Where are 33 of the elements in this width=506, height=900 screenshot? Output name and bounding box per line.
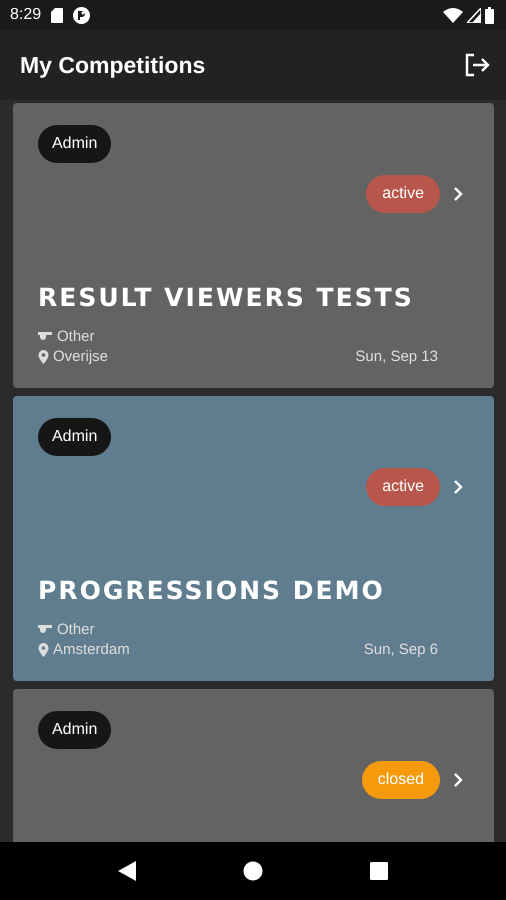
competition-title: RESULT VIEWERS TESTS: [38, 283, 415, 312]
status-badge: active: [366, 175, 440, 213]
role-badge: Admin: [38, 711, 112, 749]
competition-card[interactable]: Admin active RESULT VIEWERS TESTS Other Overijse Sun, Sep 13: [13, 103, 494, 388]
wifi-icon: [443, 8, 463, 22]
chevron-right-icon[interactable]: [452, 772, 464, 788]
location-pin-icon: [38, 642, 49, 656]
location-pin-icon: [38, 350, 49, 364]
role-badge: Admin: [38, 418, 112, 456]
battery-icon: [485, 6, 494, 24]
role-badge: Admin: [38, 125, 112, 163]
competition-card[interactable]: Admin active PROGRESSIONS DEMO Other Amsterdam Sun, Sep 6: [13, 396, 494, 681]
home-icon[interactable]: [242, 861, 263, 881]
chevron-right-icon[interactable]: [452, 479, 464, 495]
status-badge: closed: [362, 761, 440, 799]
location-label: Overijse: [53, 348, 108, 365]
location-label: Amsterdam: [53, 641, 130, 658]
clock: 8:29: [10, 6, 42, 24]
signal-icon: [467, 8, 481, 22]
status-badge: active: [366, 468, 440, 506]
date-label: Sun, Sep 6: [364, 641, 438, 658]
date-label: Sun, Sep 13: [355, 348, 438, 365]
screen-title: My Competitions: [20, 52, 206, 78]
category-label: Other: [57, 621, 95, 638]
logout-icon[interactable]: [464, 53, 490, 77]
competition-card[interactable]: Admin closed: [13, 689, 494, 842]
competition-title: PROGRESSIONS DEMO: [38, 576, 386, 605]
chevron-right-icon[interactable]: [452, 186, 464, 202]
category-label: Other: [57, 328, 95, 345]
app-notification-icon: [73, 6, 90, 24]
back-icon[interactable]: [118, 861, 136, 881]
recents-icon[interactable]: [370, 862, 388, 880]
sd-card-icon: [51, 8, 64, 22]
